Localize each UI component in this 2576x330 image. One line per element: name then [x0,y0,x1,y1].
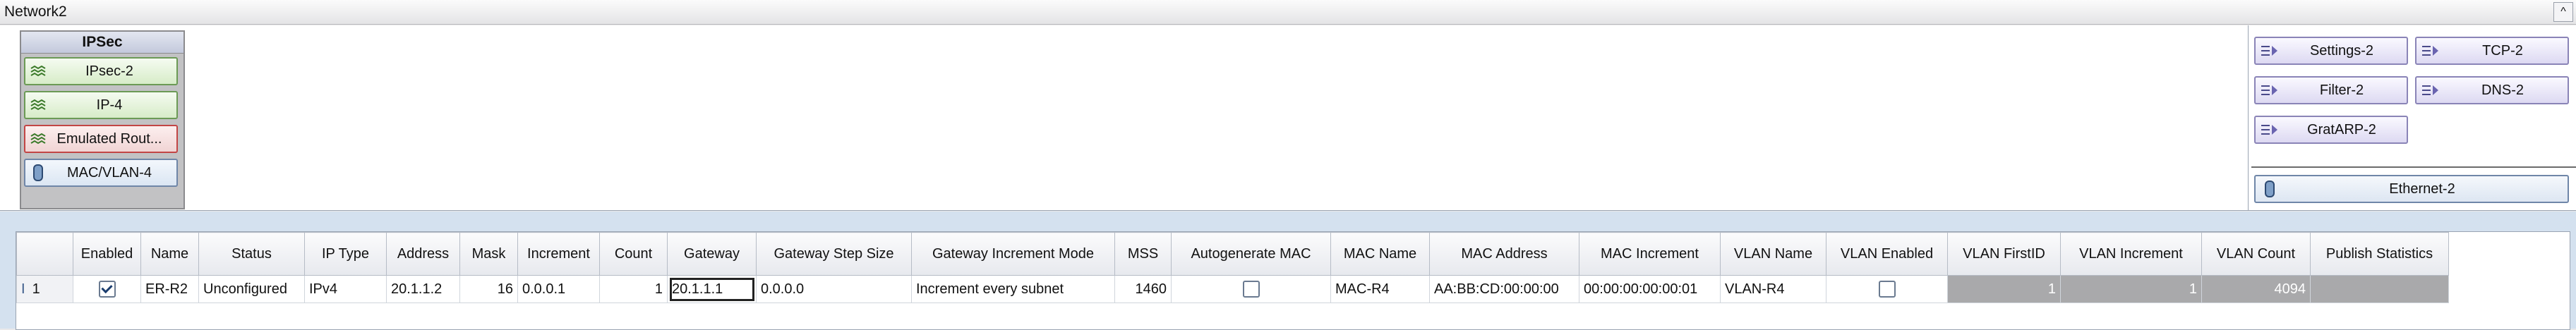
plugin-gratarp[interactable]: GratARP-2 [2254,116,2408,144]
column-header[interactable]: Name [140,232,199,276]
column-header[interactable]: MSS [1114,232,1172,276]
vlan-enabled-checkbox[interactable] [1878,281,1896,298]
stack-node-mac-vlan[interactable]: MAC/VLAN-4 [24,159,178,187]
column-header[interactable]: VLAN Enabled [1826,232,1948,276]
plugin-label: GratARP-2 [2307,121,2376,138]
properties-panel: Enabled Name Status IP Type Address Mask… [0,212,2576,330]
column-header[interactable]: Mask [459,232,518,276]
gateway-step-cell[interactable]: 0.0.0.0 [756,275,912,303]
autogen-mac-cell[interactable] [1171,275,1331,303]
plugin-arrow-icon [2256,123,2284,136]
publish-statistics-cell [2310,275,2449,303]
node-label: MAC/VLAN-4 [66,164,152,181]
column-header[interactable]: IP Type [304,232,387,276]
network-canvas: IPSec IPsec-2 IP-4 Emulated Rout... MAC/… [0,25,2576,211]
column-header[interactable]: Gateway [667,232,757,276]
plugin-dns[interactable]: DNS-2 [2415,76,2569,104]
table-row[interactable]: I1 ER-R2 Unconfigured IPv4 20.1.1.2 16 0… [16,275,2449,303]
node-label: IP-4 [96,97,123,113]
ethernet-node[interactable]: Ethernet-2 [2254,175,2569,203]
gateway-cell[interactable]: 20.1.1.1 [667,275,757,303]
router-table: Enabled Name Status IP Type Address Mask… [16,232,2449,303]
node-label: IPsec-2 [85,63,133,79]
vlan-enabled-cell[interactable] [1826,275,1948,303]
vlan-increment-cell: 1 [2060,275,2202,303]
ip-type-cell[interactable]: IPv4 [304,275,387,303]
column-header[interactable]: Gateway Step Size [756,232,912,276]
row-header-corner [16,232,73,276]
increment-cell[interactable]: 0.0.0.1 [517,275,600,303]
plugin-label: DNS-2 [2481,82,2524,98]
plugin-tcp[interactable]: TCP-2 [2415,37,2569,65]
cylinder-icon [2256,180,2284,198]
plugin-label: Settings-2 [2309,42,2374,59]
column-header[interactable]: VLAN FirstID [1947,232,2061,276]
row-number[interactable]: I1 [16,275,73,303]
column-header[interactable]: VLAN Count [2201,232,2311,276]
stack-layers-icon [25,66,51,77]
plugin-label: Filter-2 [2319,82,2364,98]
node-label: Emulated Rout... [56,130,162,147]
stack-layers-icon [25,133,51,145]
column-header[interactable]: VLAN Name [1720,232,1826,276]
properties-grid: Enabled Name Status IP Type Address Mask… [16,231,2570,330]
stack-node-emulated-router[interactable]: Emulated Rout... [24,125,178,153]
address-cell[interactable]: 20.1.1.2 [386,275,460,303]
cylinder-icon [25,164,51,182]
column-header[interactable]: Address [386,232,460,276]
panel-divider [2251,166,2576,168]
group-title: IPSec [21,32,183,54]
plugin-settings[interactable]: Settings-2 [2254,37,2408,65]
column-header[interactable]: Enabled [73,232,141,276]
text-cursor-icon: I [21,281,25,297]
enabled-checkbox[interactable] [98,281,116,298]
column-header[interactable]: Status [198,232,305,276]
ipsec-stack-group[interactable]: IPSec IPsec-2 IP-4 Emulated Rout... MAC/… [20,30,185,209]
mac-address-cell[interactable]: AA:BB:CD:00:00:00 [1429,275,1579,303]
name-cell[interactable]: ER-R2 [140,275,199,303]
plugin-panel: Settings-2 TCP-2 Filter-2 DNS-2 GratARP-… [2248,25,2576,210]
column-header[interactable]: MAC Name [1330,232,1430,276]
window-title: Network2 [4,4,67,20]
stack-node-ip[interactable]: IP-4 [24,91,178,119]
mac-name-cell[interactable]: MAC-R4 [1330,275,1430,303]
vlan-name-cell[interactable]: VLAN-R4 [1720,275,1826,303]
column-header[interactable]: MAC Address [1429,232,1579,276]
stack-node-ipsec[interactable]: IPsec-2 [24,57,178,85]
column-header[interactable]: Count [599,232,668,276]
column-header[interactable]: Autogenerate MAC [1171,232,1331,276]
collapse-button[interactable]: ^ [2553,2,2573,22]
column-header[interactable]: Gateway Increment Mode [911,232,1115,276]
vlan-first-id-cell: 1 [1947,275,2061,303]
plugin-arrow-icon [2416,44,2445,57]
plugin-arrow-icon [2256,44,2284,57]
mask-cell[interactable]: 16 [459,275,518,303]
column-header[interactable]: MAC Increment [1579,232,1721,276]
gateway-mode-cell[interactable]: Increment every subnet [911,275,1115,303]
vlan-count-cell: 4094 [2201,275,2311,303]
column-header[interactable]: Increment [517,232,600,276]
count-cell[interactable]: 1 [599,275,668,303]
plugin-label: TCP-2 [2482,42,2523,59]
status-cell: Unconfigured [198,275,305,303]
mss-cell[interactable]: 1460 [1114,275,1172,303]
column-header[interactable]: VLAN Increment [2060,232,2202,276]
ethernet-label: Ethernet-2 [2389,181,2455,197]
plugin-arrow-icon [2256,84,2284,97]
mac-increment-cell[interactable]: 00:00:00:00:00:01 [1579,275,1721,303]
stack-layers-icon [25,99,51,111]
autogen-mac-checkbox[interactable] [1242,281,1260,298]
enabled-cell[interactable] [73,275,141,303]
column-header[interactable]: Publish Statistics [2310,232,2449,276]
plugin-filter[interactable]: Filter-2 [2254,76,2408,104]
title-bar: Network2 ^ [0,0,2576,25]
header-row: Enabled Name Status IP Type Address Mask… [16,232,2449,276]
plugin-arrow-icon [2416,84,2445,97]
